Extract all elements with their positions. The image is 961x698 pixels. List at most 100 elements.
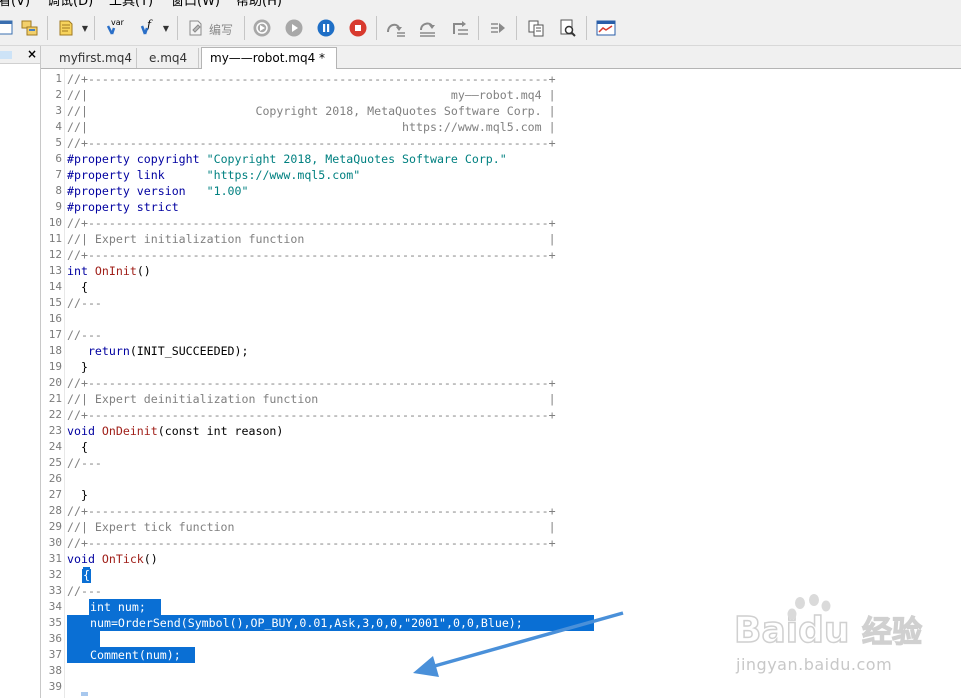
find-button[interactable] (556, 15, 580, 41)
line-number: 28 (48, 504, 62, 517)
code-line-2: //| my——robot.mq4 | (67, 88, 556, 102)
new-document-icon (59, 20, 73, 36)
pause-icon (317, 19, 335, 37)
string-literal: "1.00" (206, 184, 249, 198)
step-out-icon (453, 21, 468, 35)
code-line-9: #property strict (67, 200, 179, 214)
code-line-24: { (67, 440, 88, 454)
stop-icon (349, 19, 367, 37)
function-name: OnTick (101, 552, 144, 566)
line-number: 35 (48, 616, 62, 629)
variable-arrow-icon: var (106, 18, 125, 35)
step-over-button[interactable] (416, 15, 440, 41)
code-line-27: } (67, 488, 88, 502)
function-arrow-icon: f (140, 18, 153, 35)
punctuation: () (136, 264, 151, 278)
menu-view[interactable]: 看(V) (0, 0, 30, 10)
string-literal: "https://www.mql5.com" (206, 168, 361, 182)
tab-e[interactable]: e.mq4 (141, 48, 199, 68)
search-document-icon (560, 19, 576, 37)
line-number: 20 (48, 376, 62, 389)
line-number: 37 (48, 648, 62, 661)
menu-debug[interactable]: 调试(D) (47, 0, 93, 10)
return-keyword: return (67, 344, 130, 358)
line-number: 11 (48, 232, 62, 245)
code-line-30: //+-------------------------------------… (67, 536, 556, 550)
tab-my-robot[interactable]: my——robot.mq4 * (201, 47, 337, 69)
compile-button[interactable] (184, 15, 208, 41)
line-number-gutter: 1 2 3 4 5 6 7 8 9 10 11 12 13 14 15 16 17 18 19 20 21 22 23 24 2… (41, 69, 63, 698)
start-debug-button[interactable] (282, 15, 306, 41)
code-line-28: //+-------------------------------------… (67, 504, 556, 518)
code-line-34: int num; (90, 599, 146, 615)
terminal-button[interactable] (594, 15, 618, 41)
type-keyword: void (67, 424, 102, 438)
compile-label[interactable]: 编写 (209, 21, 233, 38)
toolbar: ▼ var f ▼ 编写 (0, 12, 961, 46)
line-number: 9 (55, 200, 62, 213)
line-number: 29 (48, 520, 62, 533)
line-number: 5 (55, 136, 62, 149)
code-line-15: //--- (67, 296, 102, 310)
line-number: 25 (48, 456, 62, 469)
insert-function-dropdown[interactable]: ▼ (161, 15, 171, 41)
pause-debug-button[interactable] (314, 15, 338, 41)
insert-function-button[interactable]: f (136, 15, 160, 41)
start-profiling-button[interactable] (250, 15, 274, 41)
line-number: 10 (48, 216, 62, 229)
code-line-14: { (67, 280, 88, 294)
step-into-button[interactable] (384, 15, 408, 41)
string-literal: "Copyright 2018, MetaQuotes Software Cor… (206, 152, 507, 166)
watermark-url: jingyan.baidu.com (736, 655, 893, 674)
parameter-list: (const int reason) (157, 424, 284, 438)
function-name: OnDeinit (101, 424, 158, 438)
code-line-18: return(INIT_SUCCEEDED); (67, 343, 249, 359)
chevron-down-icon: ▼ (162, 23, 170, 33)
arrow-right-lines-icon (491, 23, 505, 33)
line-number: 8 (55, 184, 62, 197)
menu-help[interactable]: 帮助(H) (236, 0, 282, 10)
code-line-22: //+-------------------------------------… (67, 408, 556, 422)
stop-debug-button[interactable] (346, 15, 370, 41)
text-cursor-indicator (81, 692, 88, 696)
line-number: 39 (48, 680, 62, 693)
line-number: 14 (48, 280, 62, 293)
step-out-button[interactable] (448, 15, 472, 41)
folders-icon (21, 20, 38, 36)
line-number: 18 (48, 344, 62, 357)
window-icon (0, 20, 13, 35)
line-number: 13 (48, 264, 62, 277)
line-number: 32 (48, 568, 62, 581)
code-line-4: //| https://www.mql5.com | (67, 120, 556, 134)
navigator-selected-item[interactable] (0, 51, 12, 59)
code-line-17: //--- (67, 328, 102, 342)
code-line-19: } (67, 360, 88, 374)
menu-tools[interactable]: 工具(T) (109, 0, 153, 10)
new-file-dropdown[interactable]: ▼ (80, 15, 90, 41)
line-number: 27 (48, 488, 62, 501)
toolbox-button[interactable] (18, 15, 42, 41)
tab-myfirst[interactable]: myfirst.mq4 (51, 48, 137, 68)
line-number: 30 (48, 536, 62, 549)
line-number: 15 (48, 296, 62, 309)
copy-button[interactable] (524, 15, 548, 41)
line-number: 33 (48, 584, 62, 597)
compile-icon (189, 20, 202, 36)
code-line-12: //+-------------------------------------… (67, 248, 556, 262)
new-file-button[interactable] (54, 15, 78, 41)
line-number: 3 (55, 104, 62, 117)
annotation-arrow (413, 611, 624, 677)
line-number: 17 (48, 328, 62, 341)
code-line-3: //| Copyright 2018, MetaQuotes Software … (67, 104, 556, 118)
property-keyword: #property link (67, 168, 207, 182)
code-line-37: Comment(num); (90, 647, 181, 663)
line-number: 2 (55, 88, 62, 101)
code-line-21: //| Expert deinitialization function | (67, 392, 556, 406)
insert-variable-button[interactable]: var (102, 15, 126, 41)
navigator-panel-header: × (0, 46, 40, 64)
menu-window[interactable]: 窗口(W) (171, 0, 220, 10)
run-to-cursor-button[interactable] (486, 15, 510, 41)
close-icon[interactable]: × (27, 46, 37, 62)
code-line-31: void OnTick() (67, 551, 158, 567)
navigator-button[interactable] (0, 15, 18, 41)
